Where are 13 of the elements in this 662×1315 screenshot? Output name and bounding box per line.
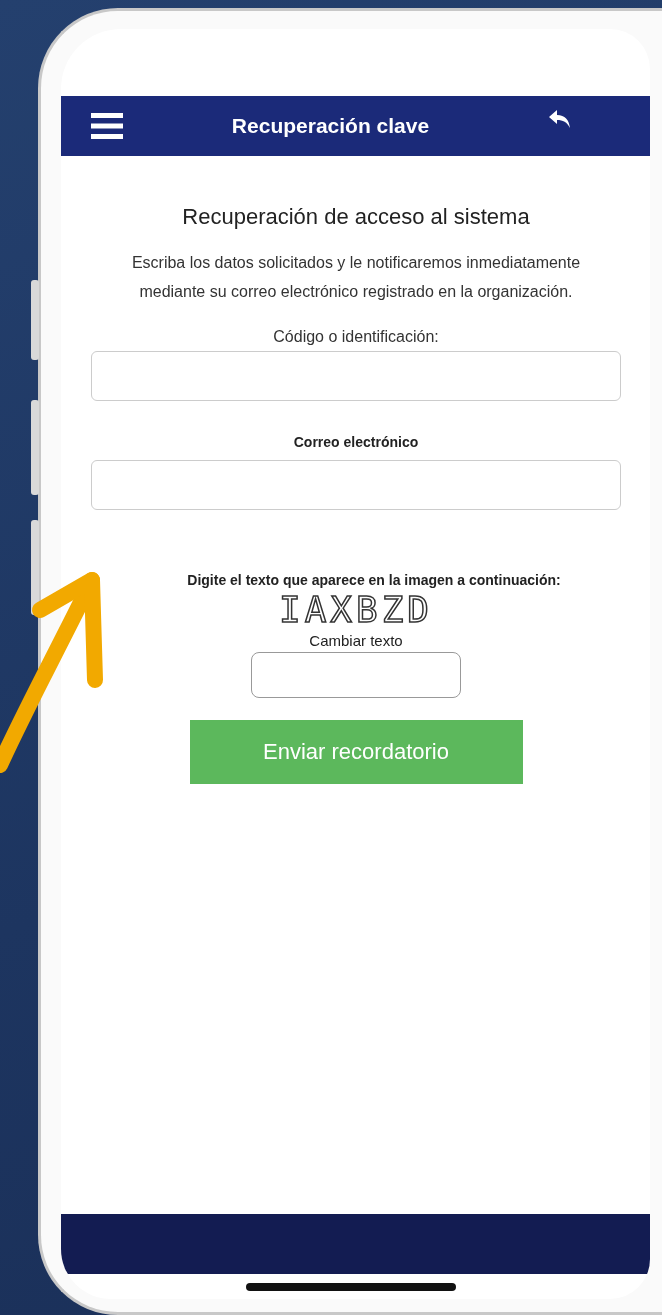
captcha-input-field[interactable] — [251, 652, 461, 698]
field-label: Correo electrónico — [293, 434, 419, 450]
reply-arrow-icon[interactable] — [548, 109, 572, 129]
menu-icon[interactable] — [91, 113, 123, 139]
field-label: Código o identificación: — [273, 328, 439, 346]
captcha-text: IAXBZD — [278, 590, 433, 630]
input-field[interactable] — [91, 460, 621, 510]
change-text-link[interactable]: Cambiar texto — [309, 632, 403, 649]
description-text: Escriba los datos solicitados y le notificaremos inmediatamente mediante su correo electrónico registrado en la organización. — [131, 253, 581, 302]
page-heading: Recuperación de acceso al sistema — [182, 204, 530, 230]
header-title: Recuperación clave — [230, 114, 431, 138]
input-field[interactable] — [91, 351, 621, 401]
captcha-instruction: Digite el texto que aparece en la imagen a continuación: — [187, 572, 561, 588]
